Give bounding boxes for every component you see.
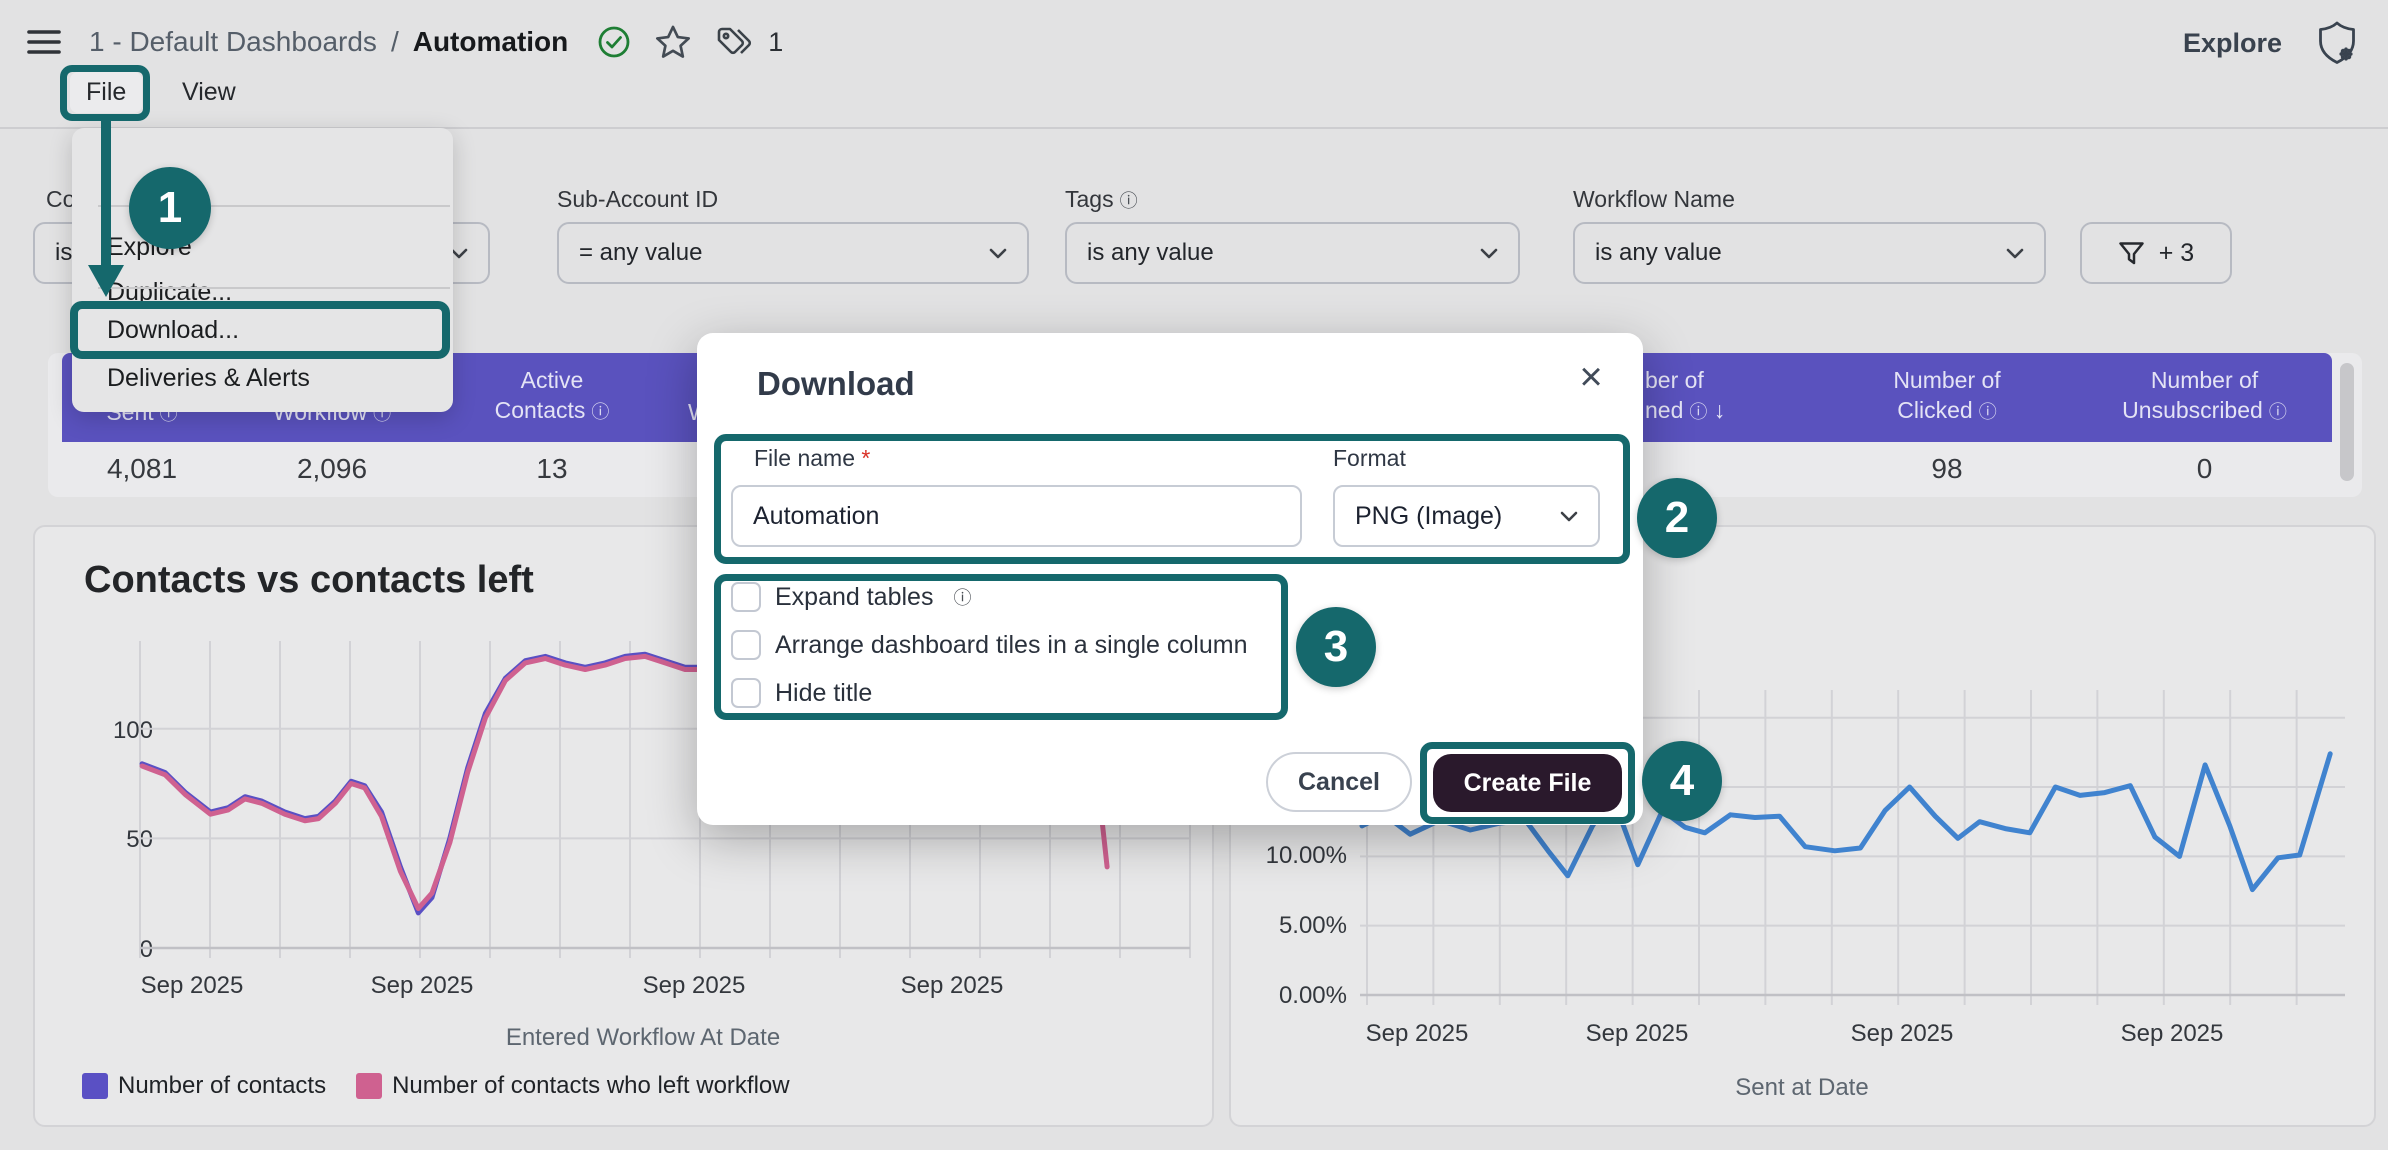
cell-sent: 4,081 <box>72 453 212 485</box>
callout-box-options <box>714 574 1288 720</box>
info-icon: ⓘ <box>1979 402 1997 422</box>
callout-step-4: 4 <box>1642 741 1722 821</box>
x-tick: Sep 2025 <box>624 972 764 1000</box>
callout-step-1: 1 <box>129 167 211 249</box>
page-title: Automation <box>413 26 569 58</box>
tag-count: 1 <box>768 27 783 58</box>
shield-gear-icon[interactable] <box>2312 18 2362 68</box>
chevron-down-icon <box>989 248 1007 259</box>
filter-hidden-label: Co <box>46 186 75 213</box>
callout-arrow <box>86 119 136 329</box>
menu-item-deliveries-alerts[interactable]: Deliveries & Alerts <box>107 364 310 393</box>
filter-subaccount-label: Sub-Account ID <box>557 186 718 213</box>
x-axis-title: Entered Workflow At Date <box>443 1024 843 1052</box>
col-header-clicked[interactable]: Number ofClickedⓘ <box>1837 365 2057 427</box>
col-header-opened[interactable]: ber ofnedⓘ ↓ <box>1645 365 1845 427</box>
x-tick: Sep 2025 <box>1832 1020 1972 1048</box>
callout-box-file-menu <box>60 65 150 121</box>
dashboard-page: 1 - Default Dashboards / Automation 1 Ex… <box>0 0 2388 1150</box>
y-tick: 0 <box>63 936 153 964</box>
topbar: 1 - Default Dashboards / Automation 1 <box>27 24 783 60</box>
funnel-icon <box>2118 240 2145 267</box>
sort-desc-icon: ↓ <box>1714 397 1726 423</box>
close-icon[interactable]: × <box>1569 355 1613 399</box>
hamburger-menu-icon[interactable] <box>27 28 61 56</box>
y-tick: 0.00% <box>1247 982 1347 1010</box>
filter-subaccount-select[interactable]: = any value <box>557 222 1029 284</box>
favorite-star-icon[interactable] <box>654 24 692 60</box>
x-tick: Sep 2025 <box>2102 1020 2242 1048</box>
callout-box-filename-format <box>714 434 1630 564</box>
cell-active-contacts: 13 <box>462 453 642 485</box>
callout-box-download-item <box>70 301 450 359</box>
cell-clicked: 98 <box>1837 453 2057 485</box>
tag-icon <box>716 26 756 58</box>
x-tick: Sep 2025 <box>882 972 1022 1000</box>
tags-badge[interactable]: 1 <box>716 26 783 58</box>
chevron-down-icon <box>1480 248 1498 259</box>
x-tick: Sep 2025 <box>1567 1020 1707 1048</box>
y-tick: 50 <box>63 826 153 854</box>
col-header-active-contacts[interactable]: ActiveContactsⓘ <box>462 365 642 427</box>
breadcrumb[interactable]: 1 - Default Dashboards <box>89 26 377 58</box>
table-scrollbar[interactable] <box>2340 363 2354 481</box>
callout-box-create-file <box>1420 742 1635 824</box>
saved-check-icon <box>596 24 632 60</box>
x-axis-title: Sent at Date <box>1602 1074 2002 1102</box>
legend-label: Number of contacts <box>118 1072 326 1100</box>
menu-separator <box>98 287 450 289</box>
breadcrumb-separator: / <box>391 26 399 58</box>
legend-swatch-left-workflow <box>356 1073 382 1099</box>
menubar-view[interactable]: View <box>166 72 252 113</box>
more-filters-button[interactable]: + 3 <box>2080 222 2232 284</box>
chart-title: Contacts vs contacts left <box>84 559 534 602</box>
callout-step-2: 2 <box>1637 478 1717 558</box>
info-icon: ⓘ <box>1689 402 1707 422</box>
filter-workflow-select[interactable]: is any value <box>1573 222 2046 284</box>
x-tick: Sep 2025 <box>1347 1020 1487 1048</box>
legend-swatch-contacts <box>82 1073 108 1099</box>
cell-unsubscribed: 0 <box>2062 453 2347 485</box>
y-tick: 5.00% <box>1247 912 1347 940</box>
chevron-down-icon <box>2006 248 2024 259</box>
filter-tags-select[interactable]: is any value <box>1065 222 1520 284</box>
filter-workflow-label: Workflow Name <box>1573 186 1735 213</box>
filter-tags-label: Tagsⓘ <box>1065 186 1138 213</box>
modal-title: Download <box>757 365 915 403</box>
cell-workflow: 2,096 <box>247 453 417 485</box>
explore-link[interactable]: Explore <box>2183 28 2282 59</box>
col-header-unsubscribed[interactable]: Number ofUnsubscribedⓘ <box>2062 365 2347 427</box>
info-icon: ⓘ <box>2269 402 2287 422</box>
cancel-button[interactable]: Cancel <box>1266 752 1412 812</box>
x-tick: Sep 2025 <box>122 972 262 1000</box>
legend-label: Number of contacts who left workflow <box>392 1072 790 1100</box>
info-icon: ⓘ <box>1120 191 1138 211</box>
x-tick: Sep 2025 <box>352 972 492 1000</box>
info-icon: ⓘ <box>591 402 609 422</box>
y-tick: 100 <box>63 717 153 745</box>
callout-step-3: 3 <box>1296 607 1376 687</box>
y-tick: 10.00% <box>1247 842 1347 870</box>
legend: Number of contacts Number of contacts wh… <box>82 1072 790 1100</box>
